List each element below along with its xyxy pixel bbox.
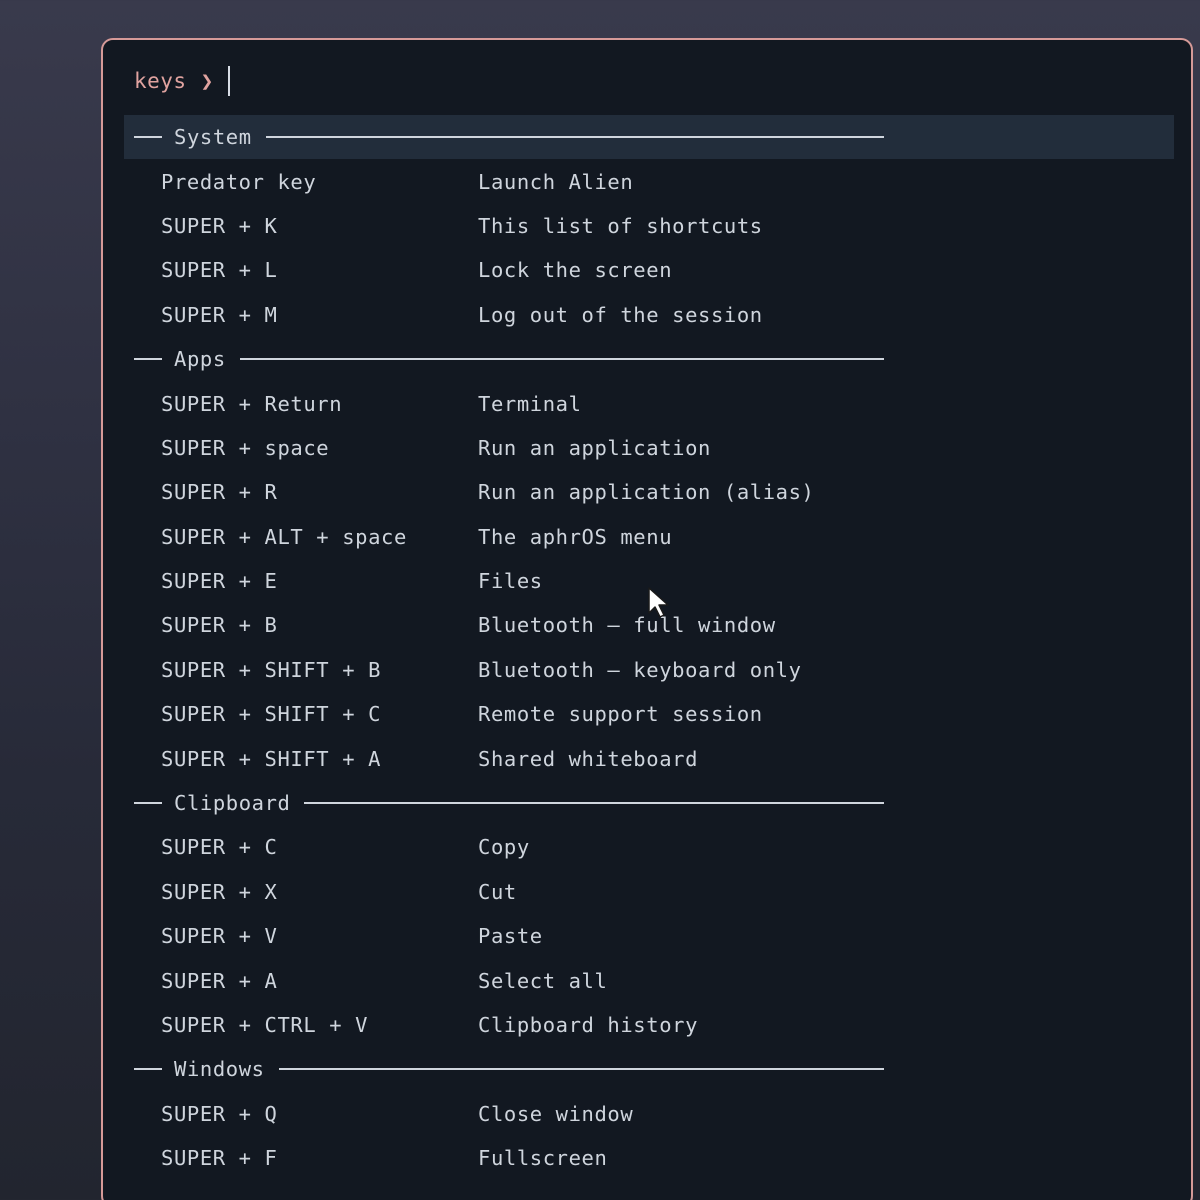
shortcut-row[interactable]: SUPER + CTRL + V Clipboard history [124,1003,1174,1047]
shortcut-row[interactable]: SUPER + space Run an application [124,426,1174,470]
section-title: Apps [174,347,226,372]
shortcut-keys: SUPER + Return [161,391,343,416]
shortcut-keys: SUPER + C [161,835,278,860]
shortcut-description: Launch Alien [478,169,634,194]
shortcut-description: This list of shortcuts [478,213,763,238]
shortcut-row[interactable]: SUPER + R Run an application (alias) [124,470,1174,514]
header-lead-rule [134,1068,162,1071]
mouse-pointer-icon [648,587,669,618]
shortcut-keys: Predator key [161,169,317,194]
shortcut-row[interactable]: SUPER + X Cut [124,870,1174,914]
section-title: System [174,125,252,150]
shortcut-description: Run an application (alias) [478,480,815,505]
shortcut-keys: SUPER + A [161,968,278,993]
shortcut-description: Cut [478,879,517,904]
section-title: Windows [174,1057,265,1082]
shortcut-row[interactable]: SUPER + Return Terminal [124,381,1174,425]
shortcut-keys: SUPER + V [161,924,278,949]
shortcut-row[interactable]: Predator key Launch Alien [124,159,1174,203]
shortcut-row[interactable]: SUPER + L Lock the screen [124,248,1174,292]
shortcut-keys: SUPER + Q [161,1101,278,1126]
shortcut-row[interactable]: SUPER + Q Close window [124,1092,1174,1136]
shortcut-description: Select all [478,968,608,993]
shortcut-description: The aphrOS menu [478,524,673,549]
section-header-apps[interactable]: Apps [124,337,1174,381]
section-title: Clipboard [174,791,291,816]
shortcut-description: Terminal [478,391,582,416]
shortcut-list: System Predator key Launch Alien SUPER + … [124,115,1174,1180]
shortcut-description: Shared whiteboard [478,746,699,771]
header-lead-rule [134,136,162,139]
section-header-clipboard[interactable]: Clipboard [124,781,1174,825]
shortcut-row[interactable]: SUPER + C Copy [124,825,1174,869]
prompt-chevron-icon: ❯ [200,69,214,93]
shortcut-keys: SUPER + SHIFT + B [161,657,382,682]
header-lead-rule [134,802,162,805]
shortcut-description: Paste [478,924,543,949]
shortcut-keys: SUPER + E [161,569,278,594]
shortcut-keys: SUPER + M [161,302,278,327]
shortcut-row[interactable]: SUPER + V Paste [124,914,1174,958]
shortcut-keys: SUPER + X [161,879,278,904]
header-rule [304,802,884,805]
shortcut-keys: SUPER + ALT + space [161,524,407,549]
text-cursor [227,66,230,96]
section-header-system[interactable]: System [124,115,1174,160]
shortcut-row[interactable]: SUPER + F Fullscreen [124,1136,1174,1180]
shortcut-keys: SUPER + SHIFT + C [161,702,382,727]
shortcut-row[interactable]: SUPER + M Log out of the session [124,293,1174,337]
shortcut-keys: SUPER + R [161,480,278,505]
shortcut-description: Bluetooth — full window [478,613,776,638]
shortcut-description: Files [478,569,543,594]
shortcut-description: Bluetooth — keyboard only [478,657,802,682]
shortcut-row[interactable]: SUPER + ALT + space The aphrOS menu [124,515,1174,559]
section-header-windows[interactable]: Windows [124,1047,1174,1091]
shortcut-description: Clipboard history [478,1013,699,1037]
shortcut-description: Lock the screen [478,258,673,283]
shortcut-keys: SUPER + F [161,1146,278,1171]
shortcut-description: Log out of the session [478,302,763,327]
shortcut-keys: SUPER + K [161,213,278,238]
shortcut-keys: SUPER + B [161,613,278,638]
shortcut-description: Close window [478,1101,634,1126]
header-rule [239,358,884,361]
shortcut-description: Copy [478,835,530,860]
prompt-label: keys [134,69,187,93]
header-rule [278,1068,884,1071]
shortcut-row[interactable]: SUPER + SHIFT + A Shared whiteboard [124,736,1174,780]
header-lead-rule [134,358,162,361]
shortcut-keys: SUPER + space [161,435,330,460]
shortcut-row[interactable]: SUPER + SHIFT + C Remote support session [124,692,1174,736]
shortcut-row[interactable]: SUPER + A Select all [124,958,1174,1002]
shortcut-row[interactable]: SUPER + SHIFT + B Bluetooth — keyboard on… [124,648,1174,692]
search-prompt[interactable]: keys ❯ [134,64,230,98]
shortcut-description: Fullscreen [478,1146,608,1171]
shortcut-description: Remote support session [478,702,763,727]
shortcut-row[interactable]: SUPER + K This list of shortcuts [124,204,1174,248]
shortcut-keys: SUPER + L [161,258,278,283]
shortcut-description: Run an application [478,435,711,460]
header-rule [265,136,884,139]
shortcut-keys: SUPER + SHIFT + A [161,746,382,771]
shortcut-keys: SUPER + CTRL + V [161,1013,369,1037]
